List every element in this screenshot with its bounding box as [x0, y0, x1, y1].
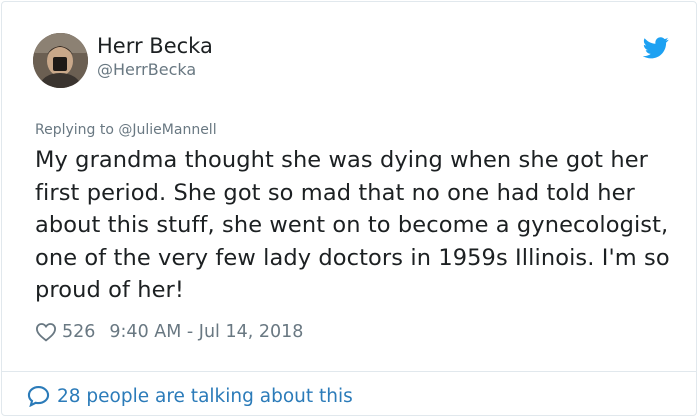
conversation-link[interactable]: 28 people are talking about this — [27, 383, 353, 409]
tweet-meta: 526 9:40 AM - Jul 14, 2018 — [35, 320, 303, 344]
replying-to-line: Replying to @JulieMannell — [35, 122, 217, 138]
tweet-card: Herr Becka @HerrBecka Replying to @Julie… — [1, 1, 697, 416]
tweet-timestamp[interactable]: 9:40 AM - Jul 14, 2018 — [109, 322, 303, 342]
avatar[interactable] — [33, 33, 88, 88]
speech-bubble-icon — [27, 386, 50, 407]
author-handle[interactable]: @HerrBecka — [97, 60, 196, 79]
reply-mention-link[interactable]: @JulieMannell — [118, 122, 216, 138]
tweet-text: My grandma thought she was dying when sh… — [35, 147, 670, 303]
author-display-name[interactable]: Herr Becka — [97, 34, 213, 58]
conversation-count-label: 28 people are talking about this — [57, 385, 353, 407]
heart-icon[interactable] — [35, 322, 57, 342]
replying-to-label: Replying to — [35, 122, 114, 138]
like-count[interactable]: 526 — [62, 322, 95, 342]
footer-divider — [2, 371, 696, 372]
twitter-bird-icon[interactable] — [643, 37, 669, 59]
profile-photo — [33, 33, 88, 88]
